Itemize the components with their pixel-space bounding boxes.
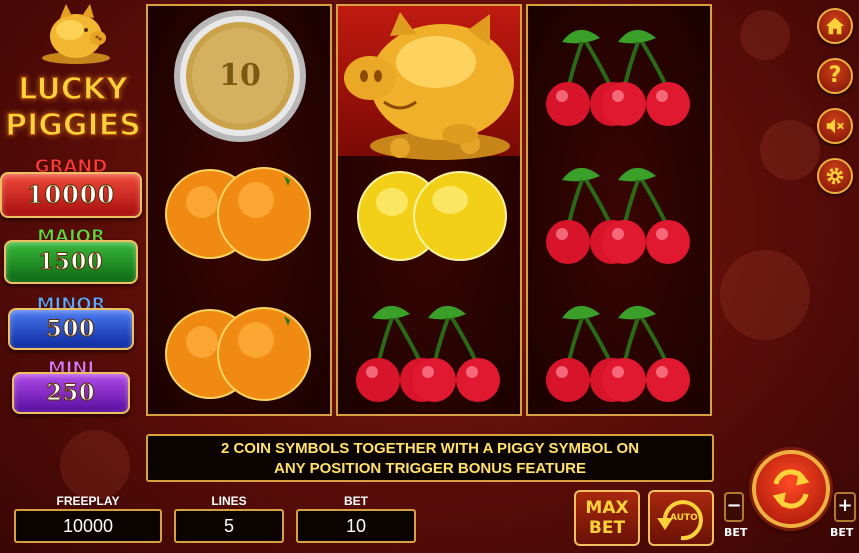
piggy-logo-icon [42,4,110,64]
bet-value: 10 [296,509,416,543]
help-button[interactable]: ? [817,58,853,94]
coin-value: 10 [219,58,261,93]
max-bet-label-line1: MAX [585,498,629,518]
freeplay-label: FREEPLAY [56,494,120,508]
bet-label: BET [344,494,368,508]
game-logo: LUCKY PIGGIES [2,0,144,150]
sound-button[interactable] [817,108,853,144]
jackpot-grand-value: 10000 [0,172,142,218]
spin-button[interactable] [752,450,830,528]
orange-symbol [165,167,311,261]
autoplay-button[interactable]: AUTO [648,490,714,546]
cherry-symbol [546,29,690,126]
logo-title-piggies: PIGGIES [4,107,141,144]
cherry-symbol [546,167,690,264]
reel-2 [336,4,522,416]
reel-1: 10 [146,4,332,416]
max-bet-button[interactable]: MAX BET [574,490,640,546]
autoplay-label: AUTO [670,513,698,523]
freeplay-value: 10000 [14,509,162,543]
bet-increase-label: BET [830,526,854,539]
plus-icon: + [834,492,856,522]
help-icon: ? [828,63,842,88]
spin-icon [772,469,810,509]
jackpot-major-value: 1500 [4,240,138,284]
cherry-symbol [546,305,690,402]
jackpot-minor-value: 500 [8,308,134,350]
bokeh-light [720,250,810,340]
max-bet-label-line2: BET [588,518,626,538]
jackpot-mini-value: 250 [12,372,130,414]
bet-decrease-button[interactable]: − BET [722,492,748,546]
lines-value: 5 [174,509,284,543]
orange-symbol [165,307,311,401]
lemon-symbol [357,171,507,261]
cherry-symbol [356,305,500,402]
home-button[interactable] [817,8,853,44]
bokeh-light [760,120,820,180]
settings-icon [826,167,844,185]
sound-muted-icon [826,118,844,134]
bet-decrease-label: BET [724,526,748,539]
info-message-panel: 2 COIN SYMBOLS TOGETHER WITH A PIGGY SYM… [146,434,714,482]
bokeh-light [740,10,790,60]
reel-3 [526,4,712,416]
bokeh-light [60,430,130,500]
info-message-line-2: ANY POSITION TRIGGER BONUS FEATURE [274,460,586,477]
home-icon [825,17,845,35]
bet-increase-button[interactable]: + BET [830,492,858,546]
info-message-line-1: 2 COIN SYMBOLS TOGETHER WITH A PIGGY SYM… [220,440,640,457]
minus-icon: − [724,492,744,522]
piggy-symbol [344,12,514,160]
logo-title-lucky: LUCKY [18,71,129,108]
lines-label: LINES [211,494,247,508]
settings-button[interactable] [817,158,853,194]
